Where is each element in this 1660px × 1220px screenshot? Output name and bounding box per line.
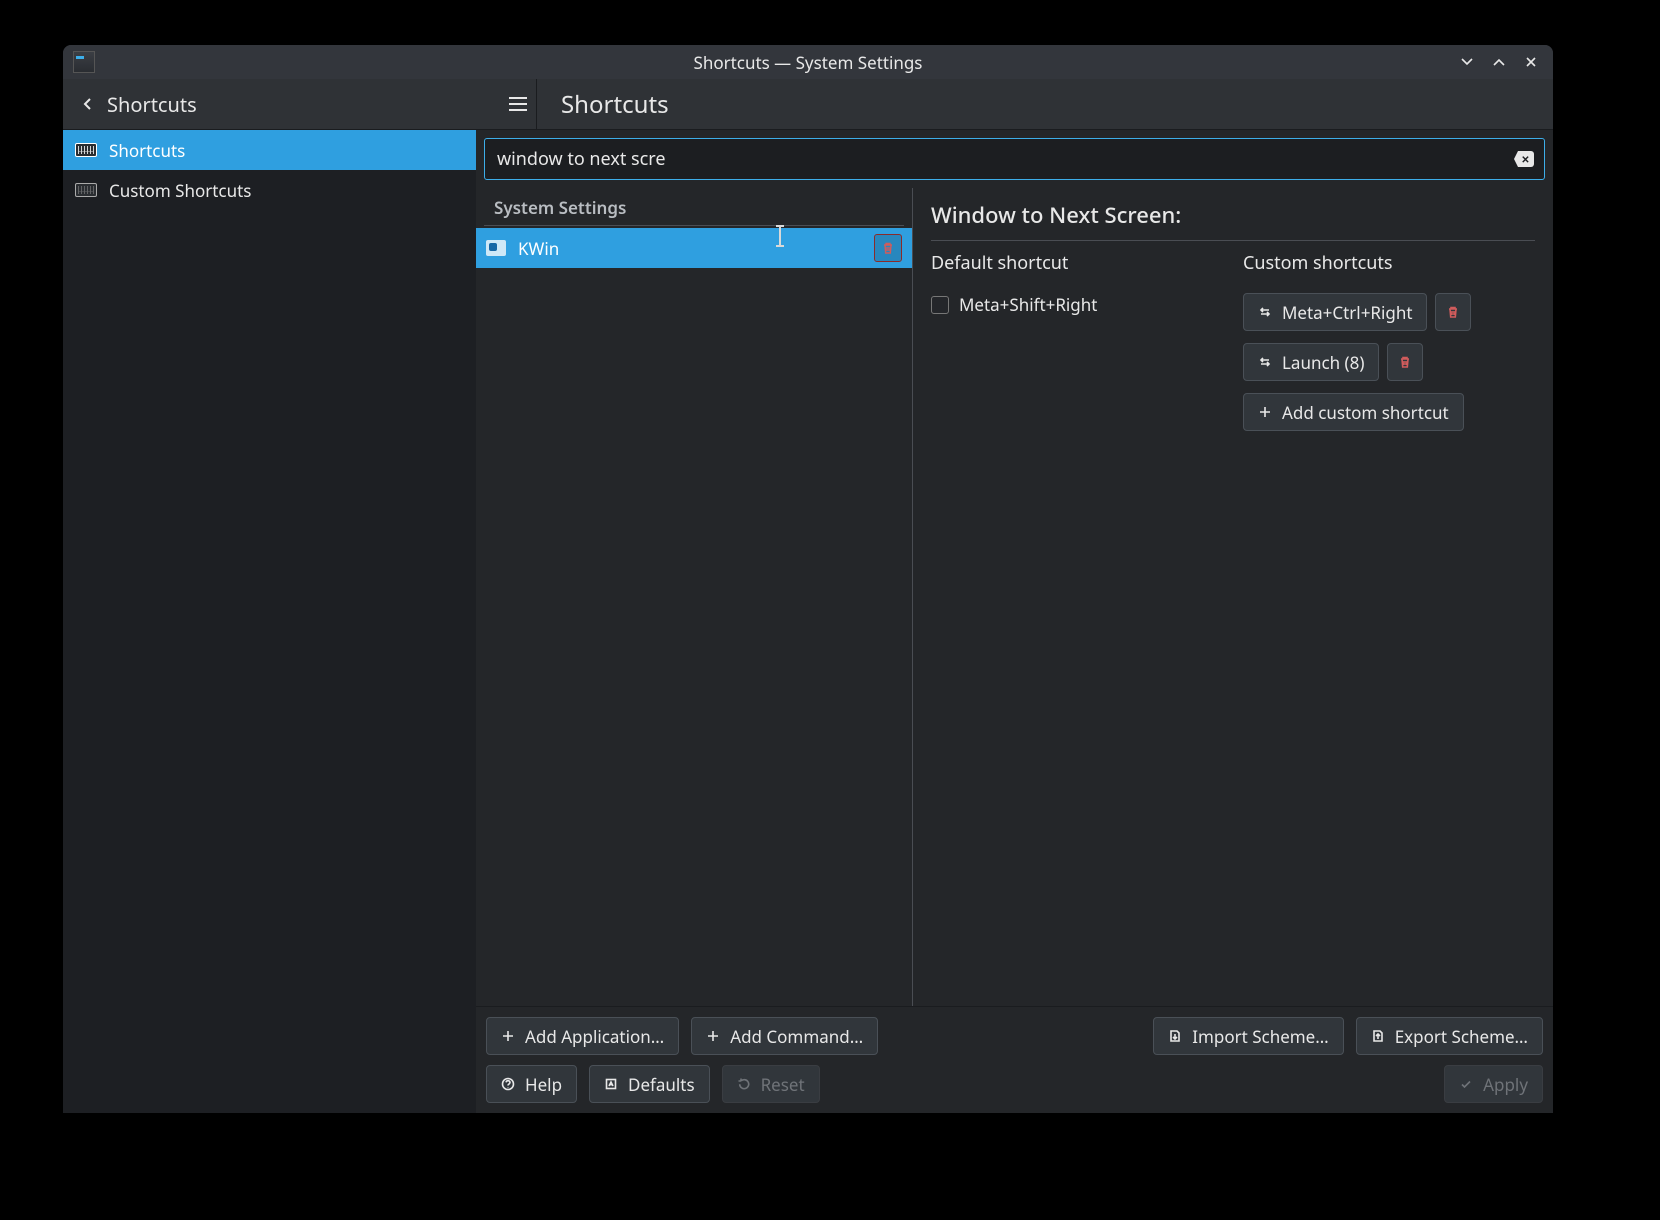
- back-button[interactable]: [75, 91, 101, 117]
- search-box: [484, 138, 1545, 180]
- button-label: Help: [525, 1073, 562, 1096]
- sidebar-item-label: Custom Shortcuts: [109, 179, 251, 202]
- page-title: Shortcuts: [561, 88, 669, 121]
- custom-shortcuts-heading: Custom shortcuts: [1243, 251, 1535, 275]
- delete-custom-shortcut-button[interactable]: [1435, 293, 1471, 331]
- export-scheme-button[interactable]: Export Scheme…: [1356, 1017, 1543, 1055]
- category-column: System Settings KWin: [476, 188, 913, 1006]
- breadcrumb[interactable]: Shortcuts: [107, 91, 197, 118]
- body: Shortcuts Custom Shortcuts System Settin…: [63, 130, 1553, 1113]
- button-label: Add Command…: [730, 1025, 863, 1048]
- kwin-icon: [486, 240, 506, 256]
- header-divider: [536, 79, 537, 129]
- apply-button: Apply: [1444, 1065, 1543, 1103]
- hamburger-menu-button[interactable]: [500, 86, 536, 122]
- footer: Add Application… Add Command… Import Sch…: [476, 1006, 1553, 1113]
- window-title: Shortcuts — System Settings: [63, 51, 1553, 74]
- add-command-button[interactable]: Add Command…: [691, 1017, 878, 1055]
- minimize-button[interactable]: [1459, 54, 1475, 70]
- custom-shortcut-button[interactable]: Launch (8): [1243, 343, 1379, 381]
- add-custom-shortcut-label: Add custom shortcut: [1282, 401, 1449, 424]
- keyboard-icon: [75, 183, 97, 197]
- button-label: Reset: [761, 1073, 805, 1096]
- default-shortcut-heading: Default shortcut: [931, 251, 1223, 275]
- delete-category-button[interactable]: [874, 234, 902, 262]
- settings-window: Shortcuts — System Settings Shortcuts Sh…: [63, 45, 1553, 1113]
- button-label: Defaults: [628, 1073, 695, 1096]
- button-label: Apply: [1483, 1073, 1528, 1096]
- header: Shortcuts Shortcuts: [63, 79, 1553, 130]
- button-label: Add Application…: [525, 1025, 664, 1048]
- delete-custom-shortcut-button[interactable]: [1387, 343, 1423, 381]
- titlebar: Shortcuts — System Settings: [63, 45, 1553, 79]
- custom-shortcut-button[interactable]: Meta+Ctrl+Right: [1243, 293, 1427, 331]
- keyboard-icon: [75, 143, 97, 157]
- detail-panel: Window to Next Screen: Default shortcut …: [913, 188, 1553, 1006]
- default-shortcut-column: Default shortcut Meta+Shift+Right: [931, 251, 1223, 431]
- sidebar-item-custom-shortcuts[interactable]: Custom Shortcuts: [63, 170, 476, 210]
- sidebar-item-label: Shortcuts: [109, 139, 185, 162]
- maximize-button[interactable]: [1491, 54, 1507, 70]
- default-shortcut-value: Meta+Shift+Right: [959, 293, 1097, 316]
- default-shortcut-checkbox[interactable]: [931, 296, 949, 314]
- sidebar-item-shortcuts[interactable]: Shortcuts: [63, 130, 476, 170]
- button-label: Import Scheme…: [1192, 1025, 1329, 1048]
- defaults-button[interactable]: Defaults: [589, 1065, 710, 1103]
- clear-search-button[interactable]: [1514, 151, 1534, 167]
- custom-shortcuts-column: Custom shortcuts Meta+Ctrl+Right: [1243, 251, 1535, 431]
- add-custom-shortcut-button[interactable]: Add custom shortcut: [1243, 393, 1464, 431]
- help-button[interactable]: Help: [486, 1065, 577, 1103]
- add-application-button[interactable]: Add Application…: [486, 1017, 679, 1055]
- sidebar: Shortcuts Custom Shortcuts: [63, 130, 476, 1113]
- custom-shortcut-label: Meta+Ctrl+Right: [1282, 301, 1412, 324]
- category-item-kwin[interactable]: KWin: [476, 228, 912, 268]
- main-panel: System Settings KWin Window to Next Scre…: [476, 130, 1553, 1113]
- app-icon: [73, 51, 95, 73]
- search-input[interactable]: [495, 146, 1514, 172]
- close-button[interactable]: [1523, 54, 1539, 70]
- category-section-header: System Settings: [484, 188, 904, 226]
- import-scheme-button[interactable]: Import Scheme…: [1153, 1017, 1344, 1055]
- custom-shortcut-label: Launch (8): [1282, 351, 1364, 374]
- button-label: Export Scheme…: [1395, 1025, 1528, 1048]
- detail-title: Window to Next Screen:: [931, 200, 1535, 230]
- reset-button: Reset: [722, 1065, 820, 1103]
- category-item-label: KWin: [518, 237, 559, 260]
